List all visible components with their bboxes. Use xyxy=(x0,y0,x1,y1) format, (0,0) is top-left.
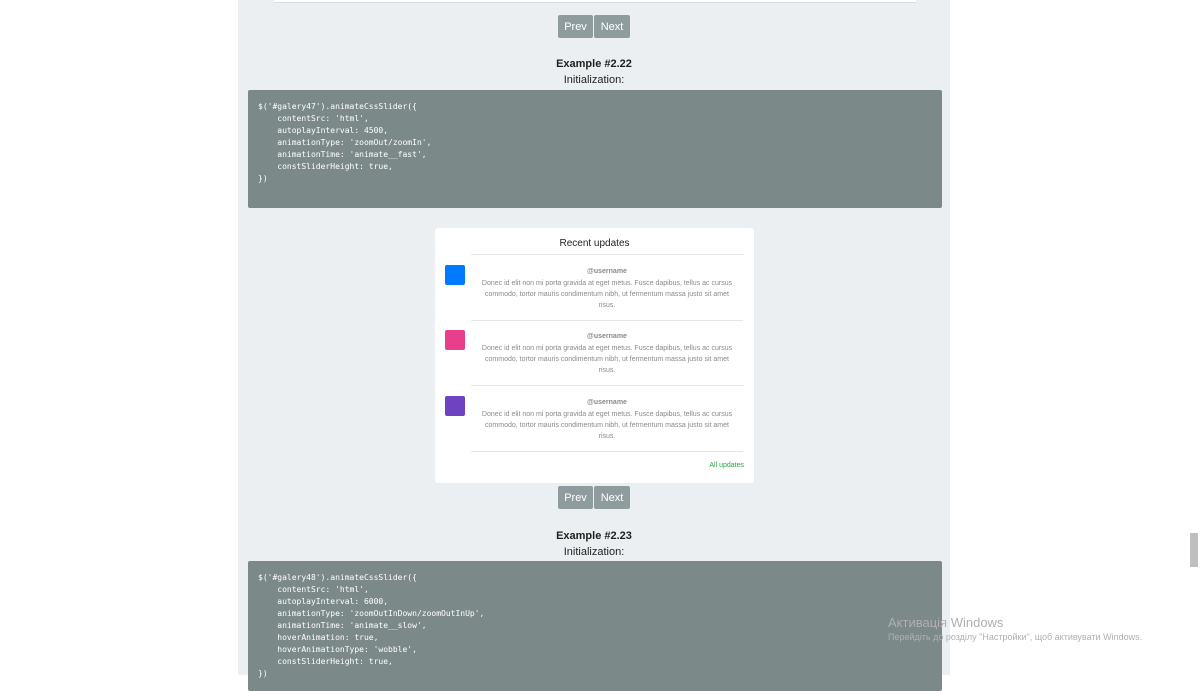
all-updates-link[interactable]: All updates xyxy=(709,462,744,469)
code-line: autoplayInterval: 4500, xyxy=(258,126,389,135)
code-line: hoverAnimationType: 'wobble', xyxy=(258,645,417,654)
watermark-subtitle: Перейдіть до розділу "Настройки", щоб ак… xyxy=(888,632,1143,642)
content-column: Prev Next Example #2.22 Initialization: … xyxy=(238,0,950,691)
update-message: Donec id elit non mi porta gravida at eg… xyxy=(481,411,733,440)
windows-activation-watermark: Активація Windows Перейдіть до розділу "… xyxy=(888,615,1142,643)
update-text: @username Donec id elit non mi porta gra… xyxy=(471,398,743,442)
code-line: constSliderHeight: true, xyxy=(258,657,393,666)
avatar xyxy=(445,265,465,285)
divider xyxy=(471,385,743,386)
code-line: hoverAnimation: true, xyxy=(258,633,379,642)
divider xyxy=(471,451,743,452)
code-block: $('#galery47').animateCssSlider({ conten… xyxy=(248,90,942,208)
code-line: autoplayInterval: 6000, xyxy=(258,597,389,606)
previous-slider-bottom-edge xyxy=(274,0,916,3)
update-text: @username Donec id elit non mi porta gra… xyxy=(471,267,743,311)
divider xyxy=(471,254,743,255)
avatar xyxy=(445,396,465,416)
update-item: @username Donec id elit non mi porta gra… xyxy=(435,396,754,462)
code-line: $('#galery48').animateCssSlider({ xyxy=(258,573,417,582)
prev-button[interactable]: Prev xyxy=(558,15,593,38)
code-line: }) xyxy=(258,174,268,183)
slider-pager-2: Prev Next xyxy=(558,486,630,509)
recent-updates-card: Recent updates @username Donec id elit n… xyxy=(435,228,754,483)
code-line: animationType: 'zoomOut/zoomIn', xyxy=(258,138,432,147)
update-message: Donec id elit non mi porta gravida at eg… xyxy=(481,345,733,374)
code-line: contentSrc: 'html', xyxy=(258,114,369,123)
code-block: $('#galery48').animateCssSlider({ conten… xyxy=(248,561,942,691)
code-line: $('#galery47').animateCssSlider({ xyxy=(258,102,417,111)
next-button[interactable]: Next xyxy=(594,486,630,509)
initialization-label: Initialization: xyxy=(563,546,625,558)
code-line: animationTime: 'animate__slow', xyxy=(258,621,427,630)
update-message: Donec id elit non mi porta gravida at eg… xyxy=(481,280,733,309)
update-text: @username Donec id elit non mi porta gra… xyxy=(471,332,743,376)
code-line: }) xyxy=(258,669,268,678)
initialization-label: Initialization: xyxy=(563,74,625,86)
username: @username xyxy=(587,268,627,275)
divider xyxy=(471,320,743,321)
code-line: constSliderHeight: true, xyxy=(258,162,393,171)
prev-button[interactable]: Prev xyxy=(558,486,593,509)
username: @username xyxy=(587,333,627,340)
avatar xyxy=(445,330,465,350)
code-line: animationType: 'zoomOutInDown/zoomOutInU… xyxy=(258,609,485,618)
update-item: @username Donec id elit non mi porta gra… xyxy=(435,265,754,331)
update-item: @username Donec id elit non mi porta gra… xyxy=(435,330,754,396)
watermark-title: Активація Windows xyxy=(888,615,1004,630)
scrollbar-thumb[interactable] xyxy=(1190,533,1198,567)
slider-pager-1: Prev Next xyxy=(558,15,630,38)
card-title: Recent updates xyxy=(559,238,630,249)
example-title: Example #2.22 xyxy=(556,58,632,70)
username: @username xyxy=(587,399,627,406)
code-line: contentSrc: 'html', xyxy=(258,585,369,594)
example-title: Example #2.23 xyxy=(556,530,632,542)
next-button[interactable]: Next xyxy=(594,15,630,38)
code-line: animationTime: 'animate__fast', xyxy=(258,150,427,159)
